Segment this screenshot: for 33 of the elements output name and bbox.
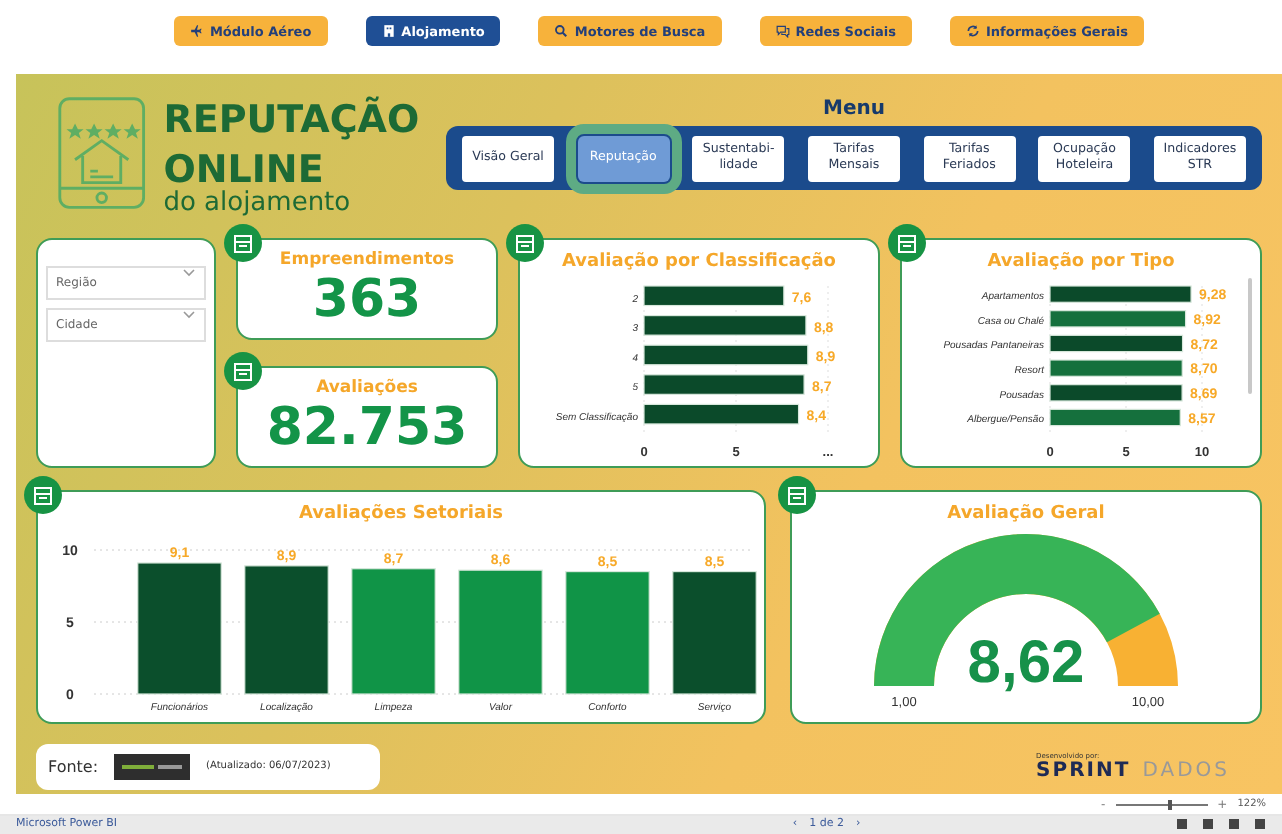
refresh-icon (966, 24, 981, 38)
page-title: ONLINE (163, 152, 324, 190)
bar (457, 570, 542, 696)
bar (136, 563, 221, 696)
chevron-icon (182, 310, 196, 321)
menu-title: Menu (823, 98, 885, 124)
tablet-hotel-icon (56, 94, 148, 214)
kpi-value: 82.753 (266, 398, 468, 459)
slider-thumb[interactable] (1168, 799, 1173, 809)
bar (642, 286, 784, 308)
page-subtitle: do alojamento (163, 190, 353, 218)
scrollbar[interactable] (1245, 278, 1253, 395)
plane-icon (189, 24, 204, 38)
chevron-icon (182, 268, 196, 279)
chart-title: Avaliação por Classificação (562, 252, 836, 277)
source-logo (114, 753, 191, 780)
chart-title: Avaliação por Tipo (987, 252, 1175, 277)
brand-name: SPRINT (1036, 759, 1131, 782)
bar (350, 569, 435, 696)
bar (243, 566, 328, 696)
brand-name: DADOS (1142, 759, 1230, 782)
source-label: Fonte: (48, 757, 99, 776)
search-icon (554, 24, 569, 38)
kpi-value: 363 (312, 270, 422, 331)
kpi-title: Avaliações (316, 378, 418, 399)
chart-title: Avaliações Setoriais (298, 504, 504, 529)
bar (671, 571, 756, 696)
bar (564, 571, 649, 696)
chat-icon (775, 24, 790, 38)
building-icon (381, 24, 396, 38)
chart-title: Avaliação Geral (947, 504, 1105, 529)
gauge-value: 8,62 (967, 630, 1085, 697)
kpi-title: Empreendimentos (279, 250, 455, 271)
